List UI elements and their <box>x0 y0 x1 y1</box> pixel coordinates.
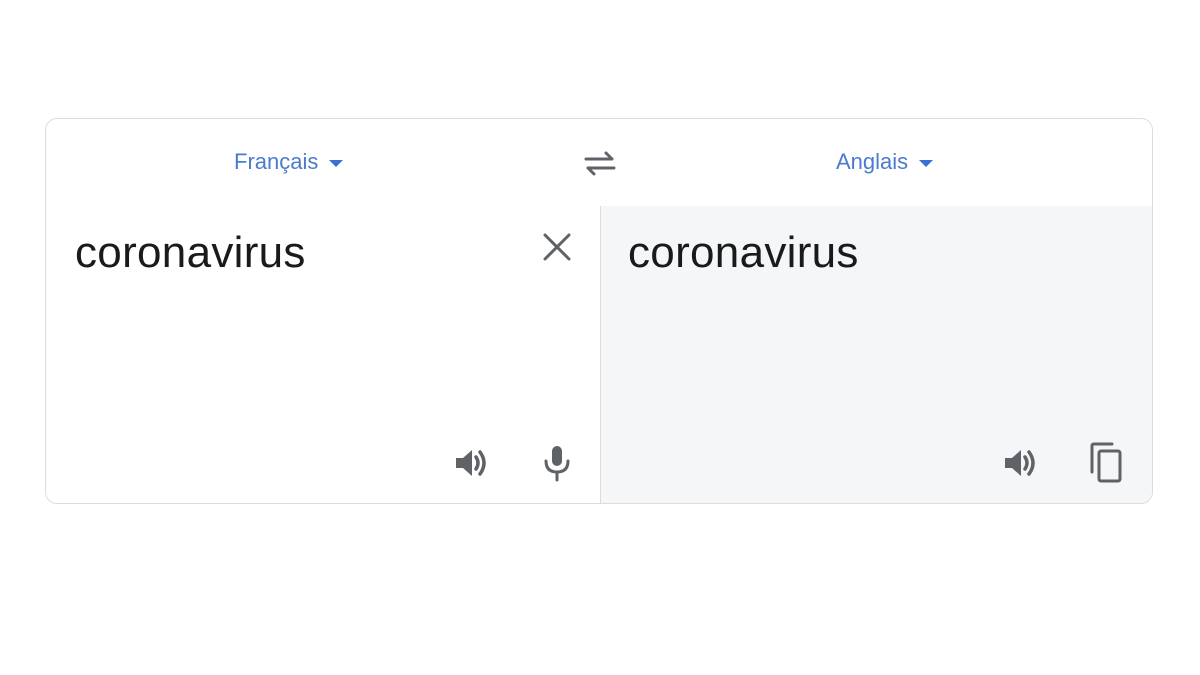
translated-text: coronavirus <box>628 228 859 277</box>
speaker-icon <box>1005 450 1035 476</box>
target-language-select[interactable]: Anglais <box>836 149 934 175</box>
microphone-icon <box>544 446 570 482</box>
language-bar: Français Anglais <box>46 119 1152 207</box>
voice-input-button[interactable] <box>536 442 578 484</box>
close-icon <box>543 233 571 261</box>
source-text[interactable]: coronavirus <box>75 228 306 278</box>
clear-source-button[interactable] <box>536 226 578 268</box>
listen-source-button[interactable] <box>452 442 494 484</box>
listen-translation-button[interactable] <box>1001 442 1043 484</box>
swap-languages-button[interactable] <box>579 145 621 181</box>
swap-languages-icon <box>584 151 616 176</box>
copy-icon <box>1090 442 1122 483</box>
speaker-icon <box>456 450 486 476</box>
source-language-select[interactable]: Français <box>234 149 344 175</box>
copy-translation-button[interactable] <box>1085 442 1127 484</box>
source-text-area[interactable]: coronavirus <box>46 206 601 503</box>
translator-card: Français Anglais coronavirus coronavirus <box>45 118 1153 504</box>
chevron-down-icon <box>919 160 934 167</box>
source-language-label: Français <box>234 149 319 174</box>
chevron-down-icon <box>329 160 344 167</box>
translation-output-area: coronavirus <box>601 206 1152 503</box>
target-language-label: Anglais <box>836 149 909 174</box>
